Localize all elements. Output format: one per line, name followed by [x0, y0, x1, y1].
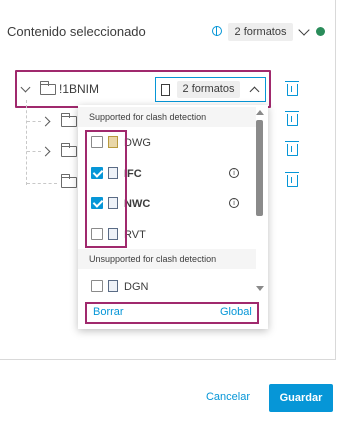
cancel-button[interactable]: Cancelar [198, 386, 258, 408]
root-formats-badge[interactable]: 2 formatos [177, 81, 240, 98]
trash-icon[interactable] [285, 141, 299, 156]
unsupported-section-header: Unsupported for clash detection [78, 249, 256, 269]
panel-title: Contenido seleccionado [7, 24, 146, 39]
root-folder-label[interactable]: !1BNIM [59, 82, 99, 96]
globe-icon[interactable] [212, 26, 222, 36]
folder-icon [39, 81, 56, 95]
document-icon [161, 84, 170, 96]
clear-link[interactable]: Borrar [93, 306, 124, 318]
folder-icon [60, 174, 77, 188]
global-link[interactable]: Global [220, 306, 252, 318]
folder-icon [60, 143, 77, 157]
scroll-down-icon[interactable] [256, 286, 264, 291]
tree-connector [27, 121, 41, 122]
tree-connector [27, 151, 41, 152]
scroll-up-icon[interactable] [256, 110, 264, 115]
dgn-checkbox[interactable] [91, 280, 103, 292]
tree-connector [26, 100, 27, 185]
trash-icon[interactable] [285, 111, 299, 126]
checkbox-highlight [85, 130, 127, 248]
save-button[interactable]: Guardar [269, 384, 333, 412]
info-icon[interactable]: i [229, 168, 239, 178]
trash-icon[interactable] [285, 81, 299, 96]
trash-icon[interactable] [285, 172, 299, 187]
folder-icon [60, 113, 77, 127]
scrollbar-thumb[interactable] [256, 120, 263, 216]
status-icon [316, 27, 325, 36]
info-icon[interactable]: i [229, 198, 239, 208]
dwg-label: DWG [124, 137, 151, 149]
supported-section-header: Supported for clash detection [78, 107, 256, 127]
dgn-label: DGN [124, 281, 149, 293]
formats-badge[interactable]: 2 formatos [228, 23, 293, 41]
nwc-label: NWC [124, 198, 151, 210]
dgn-file-icon [108, 280, 118, 292]
tree-connector [27, 183, 57, 184]
rvt-label: RVT [124, 229, 146, 241]
